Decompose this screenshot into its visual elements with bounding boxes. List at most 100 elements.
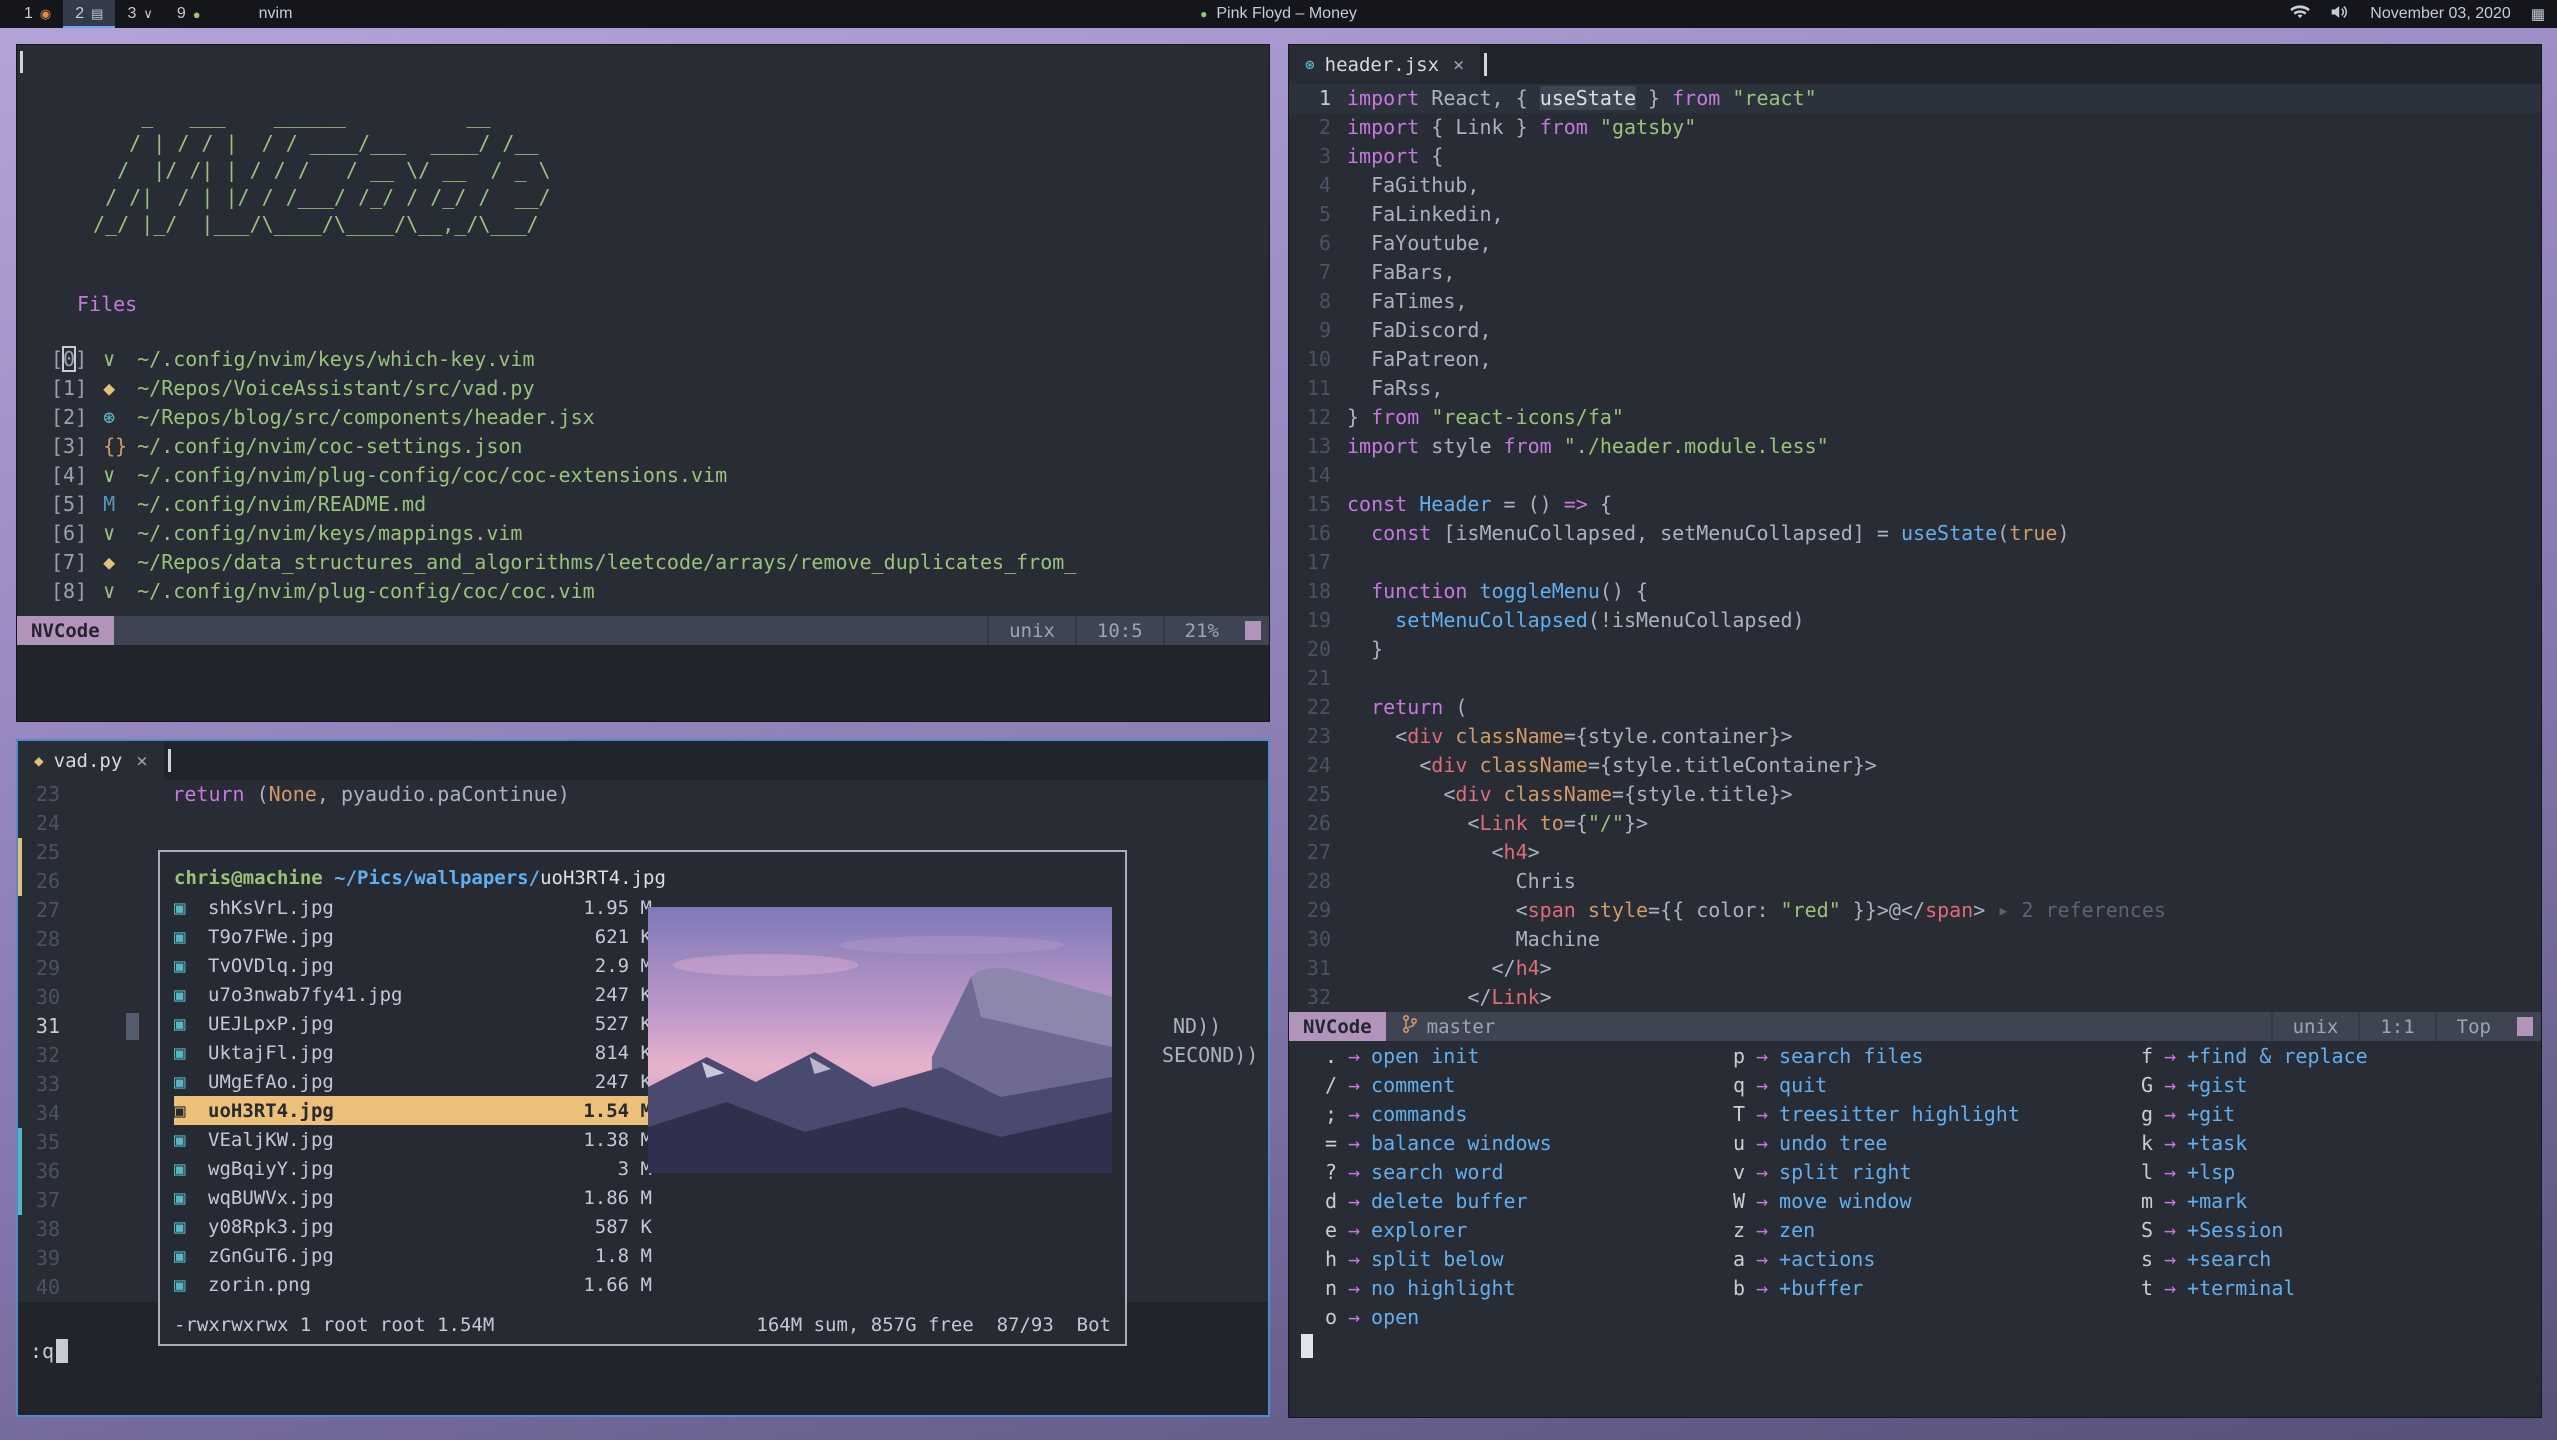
tab-vad-py[interactable]: ◆ vad.py × — [18, 741, 164, 780]
whichkey-label: explorer — [1371, 1218, 1467, 1242]
whichkey-item[interactable]: l→+lsp — [2131, 1157, 2541, 1186]
whichkey-item[interactable]: p→search files — [1723, 1041, 2131, 1070]
tab-header-jsx[interactable]: ⊛ header.jsx × — [1289, 45, 1480, 84]
whichkey-item[interactable]: ;→commands — [1315, 1099, 1723, 1128]
image-icon: ▣ — [174, 1245, 198, 1267]
scroll-position: Top — [2435, 1012, 2511, 1041]
mode-color-block — [2517, 1017, 2533, 1036]
whichkey-item[interactable]: f→+find & replace — [2131, 1041, 2541, 1070]
close-icon[interactable]: × — [1453, 54, 1464, 76]
whichkey-item[interactable]: n→no highlight — [1315, 1273, 1723, 1302]
workspace-2[interactable]: 2▤ — [63, 0, 115, 28]
file-row[interactable]: ▣u7o3nwab7fy41.jpg247 K — [174, 980, 652, 1009]
recent-file-item[interactable]: [7]◆~/Repos/data_structures_and_algorith… — [51, 547, 1269, 576]
file-row[interactable]: ▣VEaljKW.jpg1.38 M — [174, 1125, 652, 1154]
file-path: ~/Repos/data_structures_and_algorithms/l… — [137, 550, 1076, 574]
file-row[interactable]: ▣UktajFl.jpg814 K — [174, 1038, 652, 1067]
whichkey-item[interactable]: b→+buffer — [1723, 1273, 2131, 1302]
whichkey-label: treesitter highlight — [1779, 1102, 2020, 1126]
file-name: UEJLpxP.jpg — [208, 1013, 546, 1035]
recent-file-item[interactable]: [4]∨~/.config/nvim/plug-config/coc/coc-e… — [51, 460, 1269, 489]
whichkey-item[interactable]: G→+gist — [2131, 1070, 2541, 1099]
arrow-icon: → — [2153, 1276, 2187, 1300]
whichkey-item[interactable]: e→explorer — [1315, 1215, 1723, 1244]
image-icon: ▣ — [174, 1042, 198, 1064]
whichkey-label: commands — [1371, 1102, 1467, 1126]
mode-indicator: NVCode — [17, 616, 114, 645]
disk-usage: 164M sum, 857G free 87/93 Bot — [756, 1314, 1111, 1336]
whichkey-item[interactable]: ?→search word — [1315, 1157, 1723, 1186]
whichkey-label: zen — [1779, 1218, 1815, 1242]
whichkey-item[interactable]: a→+actions — [1723, 1244, 2131, 1273]
whichkey-item[interactable]: S→+Session — [2131, 1215, 2541, 1244]
file-row[interactable]: ▣UEJLpxP.jpg527 K — [174, 1009, 652, 1038]
whichkey-key: m — [2131, 1189, 2153, 1213]
whichkey-item[interactable]: s→+search — [2131, 1244, 2541, 1273]
line-number: 31 — [18, 1012, 76, 1041]
whichkey-item[interactable]: /→comment — [1315, 1070, 1723, 1099]
whichkey-item[interactable]: o→open — [1315, 1302, 1723, 1331]
file-row[interactable]: ▣TvOVDlq.jpg2.9 M — [174, 951, 652, 980]
workspace-3[interactable]: 3∨ — [115, 0, 164, 28]
recent-file-item[interactable]: [1]◆~/Repos/VoiceAssistant/src/vad.py — [51, 373, 1269, 402]
react-icon: ⊛ — [1305, 55, 1315, 74]
code-line-2: 2import { Link } from "gatsby" — [1289, 113, 2541, 142]
statusline: NVCode unix 10:5 21% — [17, 616, 1269, 645]
layout-grid-icon[interactable]: ▦ — [2531, 5, 2545, 23]
inactive-cursor — [126, 1013, 139, 1040]
file-row[interactable]: ▣zorin.png1.66 M — [174, 1270, 652, 1299]
code-line-6: 6 FaYoutube, — [1289, 229, 2541, 258]
image-icon: ▣ — [174, 1274, 198, 1296]
whichkey-key: z — [1723, 1218, 1745, 1242]
wifi-icon — [2290, 4, 2310, 25]
workspace-1[interactable]: 1◉ — [12, 0, 63, 28]
code-line-3: 3import { — [1289, 142, 2541, 171]
whichkey-item[interactable]: .→open init — [1315, 1041, 1723, 1070]
file-icon: ▤ — [91, 6, 103, 22]
whichkey-item[interactable]: d→delete buffer — [1315, 1186, 1723, 1215]
file-row[interactable]: ▣wqBUWVx.jpg1.86 M — [174, 1183, 652, 1212]
whichkey-item[interactable]: g→+git — [2131, 1099, 2541, 1128]
image-icon: ▣ — [174, 1013, 198, 1035]
close-icon[interactable]: × — [136, 750, 147, 772]
whichkey-item[interactable]: v→split right — [1723, 1157, 2131, 1186]
globe-icon: ◉ — [40, 6, 51, 22]
whichkey-item[interactable]: W→move window — [1723, 1186, 2131, 1215]
recent-file-item[interactable]: [8]∨~/.config/nvim/plug-config/coc/coc.v… — [51, 576, 1269, 605]
arrow-icon: → — [1337, 1189, 1371, 1213]
whichkey-item[interactable]: T→treesitter highlight — [1723, 1099, 2131, 1128]
file-path: ~/.config/nvim/keys/which-key.vim — [137, 347, 534, 371]
line-number: 30 — [1289, 925, 1347, 954]
whichkey-item[interactable]: k→+task — [2131, 1128, 2541, 1157]
file-row[interactable]: ▣UMgEfAo.jpg247 K — [174, 1067, 652, 1096]
code-area[interactable]: 1import React, { useState } from "react"… — [1289, 84, 2541, 1012]
file-name: shKsVrL.jpg — [208, 897, 546, 919]
whichkey-item[interactable]: t→+terminal — [2131, 1273, 2541, 1302]
file-size: 814 K — [556, 1042, 652, 1064]
whichkey-item[interactable]: h→split below — [1315, 1244, 1723, 1273]
whichkey-item[interactable]: z→zen — [1723, 1215, 2131, 1244]
whichkey-item[interactable]: =→balance windows — [1315, 1128, 1723, 1157]
file-row[interactable]: ▣T9o7FWe.jpg621 K — [174, 922, 652, 951]
recent-file-item[interactable]: [0]∨~/.config/nvim/keys/which-key.vim — [51, 344, 1269, 373]
recent-file-item[interactable]: [6]∨~/.config/nvim/keys/mappings.vim — [51, 518, 1269, 547]
file-row[interactable]: ▣uoH3RT4.jpg1.54 M — [174, 1096, 652, 1125]
whichkey-key: W — [1723, 1189, 1745, 1213]
whichkey-item[interactable]: u→undo tree — [1723, 1128, 2131, 1157]
workspace-9[interactable]: 9● — [165, 0, 213, 28]
whichkey-item[interactable]: m→+mark — [2131, 1186, 2541, 1215]
file-size: 1.95 M — [556, 897, 652, 919]
now-playing[interactable]: ● Pink Floyd – Money — [1200, 5, 1357, 23]
file-row[interactable]: ▣y08Rpk3.jpg587 K — [174, 1212, 652, 1241]
line-number: 8 — [1289, 287, 1347, 316]
whichkey-key: g — [2131, 1102, 2153, 1126]
recent-file-item[interactable]: [3]{}~/.config/nvim/coc-settings.json — [51, 431, 1269, 460]
recent-file-item[interactable]: [5]M~/.config/nvim/README.md — [51, 489, 1269, 518]
file-row[interactable]: ▣zGnGuT6.jpg1.8 M — [174, 1241, 652, 1270]
recent-file-item[interactable]: [2]⊛~/Repos/blog/src/components/header.j… — [51, 402, 1269, 431]
file-row[interactable]: ▣shKsVrL.jpg1.95 M — [174, 893, 652, 922]
file-row[interactable]: ▣wgBqiyY.jpg3 M — [174, 1154, 652, 1183]
line-number: 11 — [1289, 374, 1347, 403]
whichkey-item[interactable]: q→quit — [1723, 1070, 2131, 1099]
command-line[interactable] — [1289, 1331, 2541, 1360]
